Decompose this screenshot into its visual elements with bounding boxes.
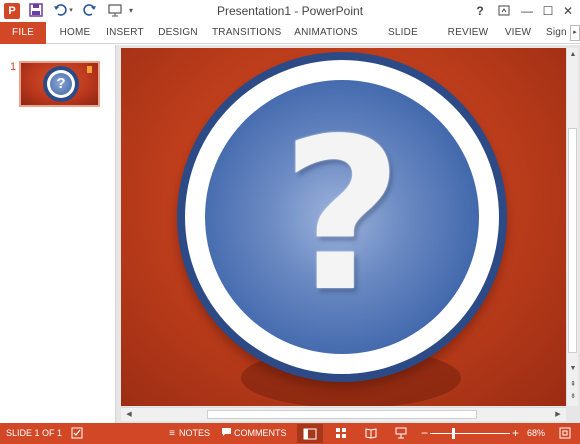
zoom-slider-knob[interactable]	[452, 428, 455, 439]
slide-show-view-icon[interactable]	[394, 427, 408, 440]
tab-design[interactable]: DESIGN	[156, 22, 200, 44]
comments-button[interactable]: COMMENTS	[234, 423, 287, 444]
scroll-left-icon[interactable]: ◀	[123, 409, 135, 421]
sign-in-link[interactable]: Sign	[546, 22, 572, 44]
zoom-out-button[interactable]: −	[421, 423, 428, 444]
ribbon-scroll-right-icon[interactable]: ▸	[570, 25, 580, 41]
scroll-right-icon[interactable]: ▶	[552, 409, 564, 421]
spelling-check-icon[interactable]	[70, 427, 84, 440]
help-button[interactable]: ?	[469, 2, 491, 20]
slide-canvas[interactable]: ?	[121, 48, 566, 406]
horizontal-scrollbar[interactable]: ◀ ▶	[121, 407, 566, 421]
title-bar: P ▾ ▾ Presentation1 - PowerPoint ? — ☐ ✕	[0, 0, 580, 22]
horizontal-scroll-thumb[interactable]	[207, 410, 477, 419]
comments-icon[interactable]	[220, 427, 232, 440]
reading-view-icon[interactable]	[364, 427, 378, 440]
scroll-down-icon[interactable]: ▼	[568, 364, 578, 374]
notes-icon[interactable]: ≡	[167, 427, 177, 440]
minimize-button[interactable]: —	[516, 2, 538, 20]
slide-sorter-view-icon[interactable]	[334, 427, 348, 440]
previous-slide-icon[interactable]: ⇞	[568, 380, 578, 390]
tab-slide-show[interactable]: SLIDE SHOW	[371, 22, 435, 60]
normal-view-button[interactable]	[297, 424, 323, 443]
close-button[interactable]: ✕	[557, 2, 579, 20]
notes-button[interactable]: NOTES	[179, 423, 210, 444]
tab-home[interactable]: HOME	[53, 22, 97, 44]
fit-slide-to-window-icon[interactable]	[558, 427, 572, 440]
zoom-level[interactable]: 68%	[527, 423, 545, 444]
question-mark-glyph: ?	[281, 93, 403, 338]
tab-view[interactable]: VIEW	[499, 22, 537, 44]
status-bar: SLIDE 1 OF 1 ≡ NOTES COMMENTS − + 68%	[0, 423, 580, 444]
tab-animations[interactable]: ANIMATIONS	[293, 22, 359, 44]
tab-review[interactable]: REVIEW	[446, 22, 490, 44]
zoom-in-button[interactable]: +	[512, 423, 519, 444]
vertical-scroll-thumb[interactable]	[568, 128, 577, 353]
slide-thumbnail-number: 1	[10, 61, 17, 73]
scroll-up-icon[interactable]: ▲	[568, 50, 578, 60]
next-slide-icon[interactable]: ⇟	[568, 392, 578, 402]
thumbnail-question-icon: ?	[43, 66, 79, 102]
slide-thumbnail-pane[interactable]: 1 ?	[0, 45, 116, 423]
tab-file[interactable]: FILE	[0, 22, 46, 44]
thumbnail-marker	[87, 66, 92, 73]
ribbon-display-options-button[interactable]	[493, 2, 515, 20]
ribbon-tabs: FILE HOME INSERT DESIGN TRANSITIONS ANIM…	[0, 22, 580, 60]
zoom-slider-track[interactable]	[430, 433, 510, 434]
slide-thumbnail[interactable]: ?	[19, 61, 100, 107]
graphic-white-ring: ?	[185, 60, 499, 374]
slide-count-indicator: SLIDE 1 OF 1	[6, 428, 63, 438]
tab-insert[interactable]: INSERT	[103, 22, 147, 44]
tab-transitions[interactable]: TRANSITIONS	[212, 22, 281, 44]
vertical-scrollbar[interactable]: ▲ ▼ ⇞ ⇟	[566, 48, 578, 406]
maximize-button[interactable]: ☐	[537, 2, 559, 20]
graphic-blue-core: ?	[205, 80, 479, 354]
question-mark-graphic[interactable]: ?	[177, 52, 507, 382]
